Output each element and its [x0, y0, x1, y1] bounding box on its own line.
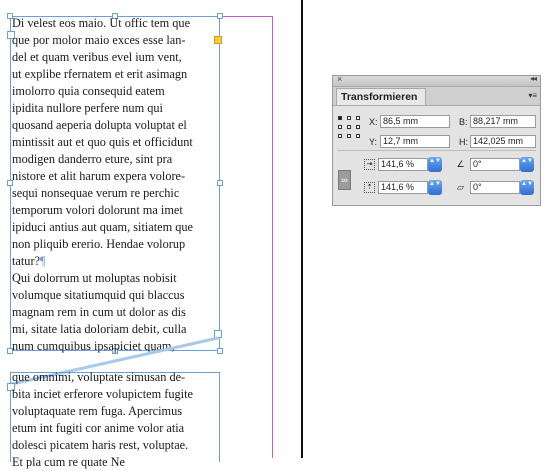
text-line: voluptaquate rem fuga. Apercimus: [12, 404, 183, 418]
text-line: modigen danderro eture, sint pra: [12, 152, 173, 166]
y-label: Y:: [369, 137, 378, 147]
text-line: que por molor maio exces esse lan-: [12, 33, 186, 47]
margin-guide-top: [219, 16, 273, 17]
text-line: Et pla cum re quate Ne: [12, 455, 126, 469]
text-line: temporum volori dolorunt ma imet: [12, 203, 183, 217]
shear-dropdown-button[interactable]: ▲▼: [520, 180, 534, 195]
tab-transform[interactable]: Transformieren: [336, 88, 426, 105]
scale-y-icon: ⇡: [364, 182, 375, 193]
scale-y-field[interactable]: 141,6 %: [378, 181, 428, 194]
shear-icon: ⏥: [457, 182, 464, 192]
text-line: que omnimi, voluptate simusan de-: [12, 370, 186, 384]
constrain-proportions-chain-icon[interactable]: ∞: [338, 170, 351, 190]
rotate-icon: ∠: [456, 159, 465, 169]
text-line: dolesci picatem haris rest, voluptae.: [12, 438, 189, 452]
panel-title-bar[interactable]: × ◂◂: [333, 74, 540, 87]
rotation-angle-field[interactable]: 0°: [470, 158, 520, 171]
frame2-body-text: que omnimi, voluptate simusan de- bita i…: [12, 369, 220, 471]
panel-body: X: 86,5 mm B: 88,217 mm Y: 12,7 mm H: 14…: [333, 106, 540, 207]
width-label: B:: [459, 117, 468, 127]
text-line: Qui dolorrum ut moluptas nobisit: [12, 271, 177, 285]
height-label: H:: [459, 137, 468, 147]
scale-x-icon: ⇥: [364, 159, 375, 170]
text-line: imolorro quia consequid eatem: [12, 84, 165, 98]
transform-panel[interactable]: × ◂◂ Transformieren ▾≡ X: 86,5 mm B: 88,…: [332, 74, 541, 207]
collapse-icon[interactable]: ◂◂: [530, 74, 537, 83]
text-line: mintissit aut et quo quis et officidunt: [12, 135, 193, 149]
text-line: ipidita nullore perfere num qui: [12, 101, 163, 115]
x-label: X:: [369, 117, 378, 127]
panel-tab-bar: Transformieren ▾≡: [333, 87, 540, 106]
text-line: bita inciet erferore volupictem fugite: [12, 387, 193, 401]
scale-y-stepper[interactable]: ▲▼: [428, 180, 442, 195]
text-line: etum int fugiti cor anime volor atia: [12, 421, 185, 435]
panel-menu-icon[interactable]: ▾≡: [528, 91, 537, 100]
text-line: del et quam veribus evel ium vent,: [12, 50, 182, 64]
text-line: magnam rem in cum ut dolor as dis: [12, 305, 186, 319]
scale-x-stepper[interactable]: ▲▼: [428, 157, 442, 172]
shear-angle-field[interactable]: 0°: [470, 181, 520, 194]
page-boundary: [301, 0, 303, 458]
text-line: ipiduci antius aut quam, sitiatem que: [12, 220, 194, 234]
text-line: tatur?¶: [12, 253, 220, 270]
y-position-field[interactable]: 12,7 mm: [380, 135, 450, 148]
rotation-dropdown-button[interactable]: ▲▼: [520, 157, 534, 172]
text-line-content: tatur?: [12, 254, 40, 268]
text-line: sequi nonsequae verum re perchic: [12, 186, 180, 200]
document-canvas[interactable]: Di velest eos maio. Ut offic tem que que…: [0, 0, 555, 469]
text-line: Di velest eos maio. Ut offic tem que: [12, 16, 191, 30]
reference-point-icon[interactable]: [338, 116, 360, 138]
text-line: non pliquib ererio. Hendae volorup: [12, 237, 186, 251]
height-field[interactable]: 142,025 mm: [470, 135, 536, 148]
frame1-body-text: Di velest eos maio. Ut offic tem que que…: [12, 15, 220, 355]
x-position-field[interactable]: 86,5 mm: [380, 115, 450, 128]
text-line: quosand aeperia dolupta voluptat el: [12, 118, 187, 132]
width-field[interactable]: 88,217 mm: [470, 115, 536, 128]
close-icon[interactable]: ×: [337, 74, 342, 84]
text-line: nistore et alit harum expera volore-: [12, 169, 186, 183]
margin-guide-right: [272, 16, 273, 458]
panel-divider: [338, 150, 536, 151]
text-line: volumque sitatiumquid qui blaccus: [12, 288, 185, 302]
text-line: ut explibe rfernatem et erit asimagn: [12, 67, 188, 81]
scale-x-field[interactable]: 141,6 %: [378, 158, 428, 171]
pilcrow-mark: ¶: [40, 254, 46, 268]
